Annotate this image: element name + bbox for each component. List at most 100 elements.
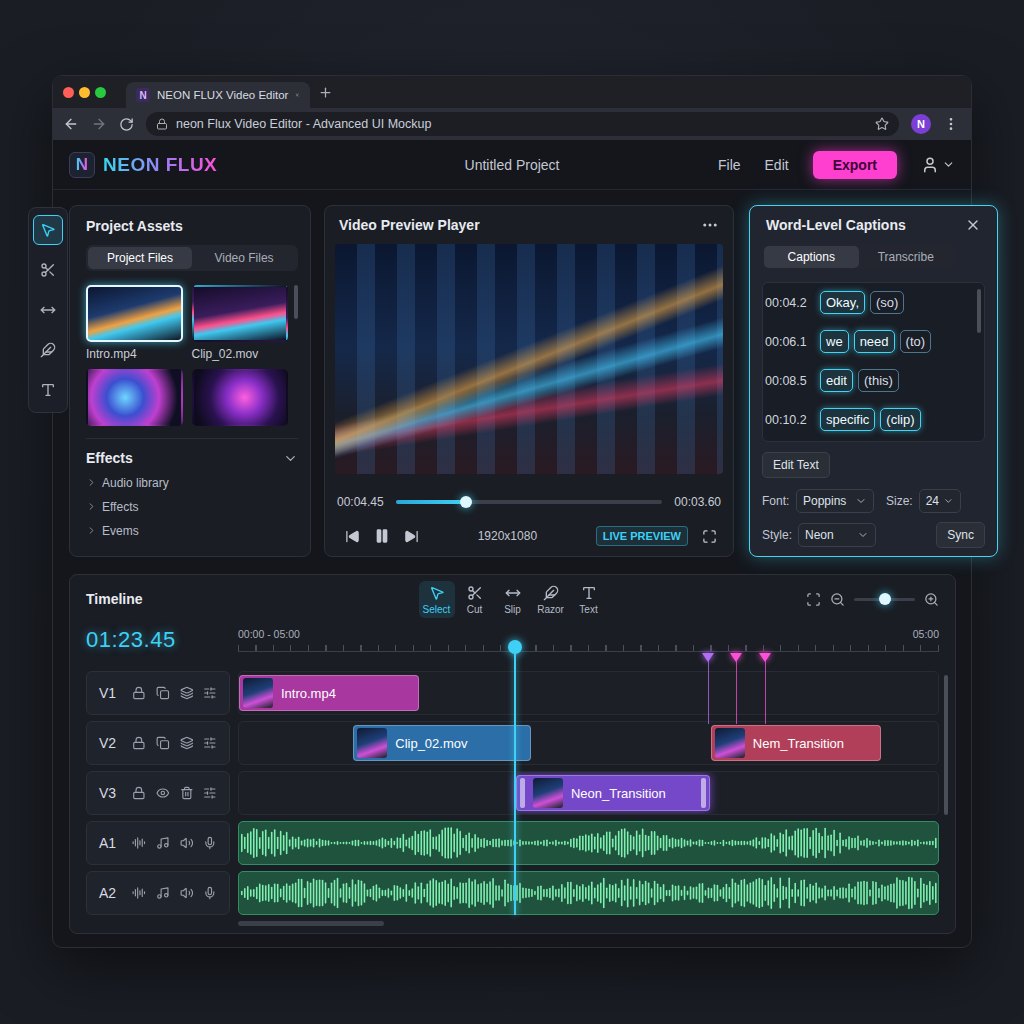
tool-button[interactable] xyxy=(33,335,63,365)
scrollbar[interactable] xyxy=(977,289,981,333)
tool-button[interactable] xyxy=(33,255,63,285)
effect-item[interactable]: Effects xyxy=(86,495,298,519)
caption-word[interactable]: need xyxy=(854,330,895,353)
zoom-thumb[interactable] xyxy=(879,593,891,605)
user-menu[interactable] xyxy=(921,156,955,174)
effect-item[interactable]: Audio library xyxy=(86,471,298,495)
asset-item[interactable] xyxy=(86,369,183,426)
size-select[interactable]: 24 xyxy=(919,489,961,513)
skip-back-icon[interactable] xyxy=(345,529,360,544)
back-icon[interactable] xyxy=(63,116,79,132)
effect-item[interactable]: Evems xyxy=(86,519,298,543)
caption-word[interactable]: (this) xyxy=(858,369,899,392)
timeline-tool[interactable]: Text xyxy=(571,581,607,618)
music-icon[interactable] xyxy=(156,886,170,900)
caption-word[interactable]: we xyxy=(820,330,849,353)
eye-icon[interactable] xyxy=(156,786,170,800)
forward-icon[interactable] xyxy=(91,116,107,132)
waveform-icon[interactable] xyxy=(132,886,146,900)
lock-icon[interactable] xyxy=(132,736,146,750)
sliders-icon[interactable] xyxy=(203,786,217,800)
url-field[interactable]: neon Flux Video Editor - Advanced UI Moc… xyxy=(146,112,899,136)
minimize-dot[interactable] xyxy=(79,87,90,98)
scrollbar[interactable] xyxy=(294,285,298,319)
caption-row[interactable]: 00:06.1weneed(to) xyxy=(765,322,972,361)
fit-icon[interactable] xyxy=(806,592,821,607)
scrub-thumb[interactable] xyxy=(460,496,472,508)
caption-word[interactable]: (clip) xyxy=(880,408,920,431)
trash-icon[interactable] xyxy=(180,786,194,800)
clip[interactable]: Neon_Transition xyxy=(516,775,710,811)
tab[interactable]: Captions xyxy=(764,246,859,268)
mic-icon[interactable] xyxy=(203,836,217,850)
asset-item[interactable] xyxy=(192,369,289,426)
clip-handle[interactable] xyxy=(701,778,706,808)
mic-icon[interactable] xyxy=(203,886,217,900)
playhead[interactable] xyxy=(514,645,516,915)
volume-icon[interactable] xyxy=(180,836,194,850)
more-icon[interactable] xyxy=(701,216,719,234)
caption-row[interactable]: 00:04.2Okay,(so) xyxy=(765,283,972,322)
scrub-slider[interactable] xyxy=(396,500,663,504)
tab[interactable]: Video Files xyxy=(192,247,296,269)
clip[interactable]: Intro.mp4 xyxy=(239,675,419,711)
zoom-in-icon[interactable] xyxy=(924,592,939,607)
caption-row[interactable]: 00:10.2specific(clip) xyxy=(765,400,972,439)
layers-icon[interactable] xyxy=(180,736,194,750)
asset-item[interactable]: Intro.mp4 xyxy=(86,285,183,361)
volume-icon[interactable] xyxy=(180,886,194,900)
time-ruler[interactable]: 00:00 - 05:0005:00 xyxy=(238,623,939,671)
style-select[interactable]: Neon xyxy=(798,523,876,547)
waveform-icon[interactable] xyxy=(132,836,146,850)
menu-item[interactable]: File xyxy=(718,157,741,173)
reload-icon[interactable] xyxy=(119,117,134,132)
caption-word[interactable]: specific xyxy=(820,408,875,431)
lock-icon[interactable] xyxy=(132,786,146,800)
tab[interactable]: Transcribe xyxy=(859,246,954,268)
tab[interactable]: Project Files xyxy=(88,247,192,269)
clip[interactable]: Nem_Transition xyxy=(711,725,881,761)
close-icon[interactable] xyxy=(965,217,981,233)
vertical-scrollbar[interactable] xyxy=(944,675,948,815)
timeline-tool[interactable]: Cut xyxy=(457,581,493,618)
tool-button[interactable] xyxy=(33,375,63,405)
export-button[interactable]: Export xyxy=(813,151,897,179)
horizontal-scrollbar[interactable] xyxy=(238,921,384,926)
timeline-tool[interactable]: Slip xyxy=(495,581,531,618)
sync-button[interactable]: Sync xyxy=(936,522,985,548)
effects-header[interactable]: Effects xyxy=(86,449,298,469)
close-tab-icon[interactable] xyxy=(295,89,300,101)
sliders-icon[interactable] xyxy=(203,736,217,750)
tool-button[interactable] xyxy=(33,295,63,325)
layers-icon[interactable] xyxy=(180,686,194,700)
sliders-icon[interactable] xyxy=(203,686,217,700)
new-tab-button[interactable] xyxy=(318,85,333,100)
project-name[interactable]: Untitled Project xyxy=(465,157,560,173)
timeline-tool[interactable]: Select xyxy=(419,581,455,618)
music-icon[interactable] xyxy=(156,836,170,850)
caption-word[interactable]: (so) xyxy=(870,291,904,314)
font-select[interactable]: Poppins xyxy=(796,489,874,513)
caption-row[interactable]: 00:08.5edit(this) xyxy=(765,361,972,400)
lock-icon[interactable] xyxy=(132,686,146,700)
browser-tab[interactable]: NNEON FLUX Video Editor xyxy=(126,82,310,108)
tool-button[interactable] xyxy=(33,215,63,245)
zoom-out-icon[interactable] xyxy=(830,592,845,607)
caption-word[interactable]: edit xyxy=(820,369,853,392)
pause-icon[interactable] xyxy=(374,528,390,544)
playhead-handle[interactable] xyxy=(508,640,522,654)
copy-icon[interactable] xyxy=(156,736,170,750)
fullscreen-icon[interactable] xyxy=(702,529,717,544)
clip-handle[interactable] xyxy=(520,778,525,808)
asset-item[interactable]: Clip_02.mov xyxy=(192,285,289,361)
timeline-tool[interactable]: Razor xyxy=(533,581,569,618)
clip[interactable]: Clip_02.mov xyxy=(353,725,531,761)
maximize-dot[interactable] xyxy=(95,87,106,98)
zoom-slider[interactable] xyxy=(854,598,915,601)
close-dot[interactable] xyxy=(63,87,74,98)
profile-avatar[interactable]: N xyxy=(911,114,931,134)
bookmark-button[interactable] xyxy=(875,117,889,131)
menu-icon[interactable] xyxy=(943,116,959,132)
edit-text-button[interactable]: Edit Text xyxy=(762,452,830,478)
menu-item[interactable]: Edit xyxy=(765,157,789,173)
